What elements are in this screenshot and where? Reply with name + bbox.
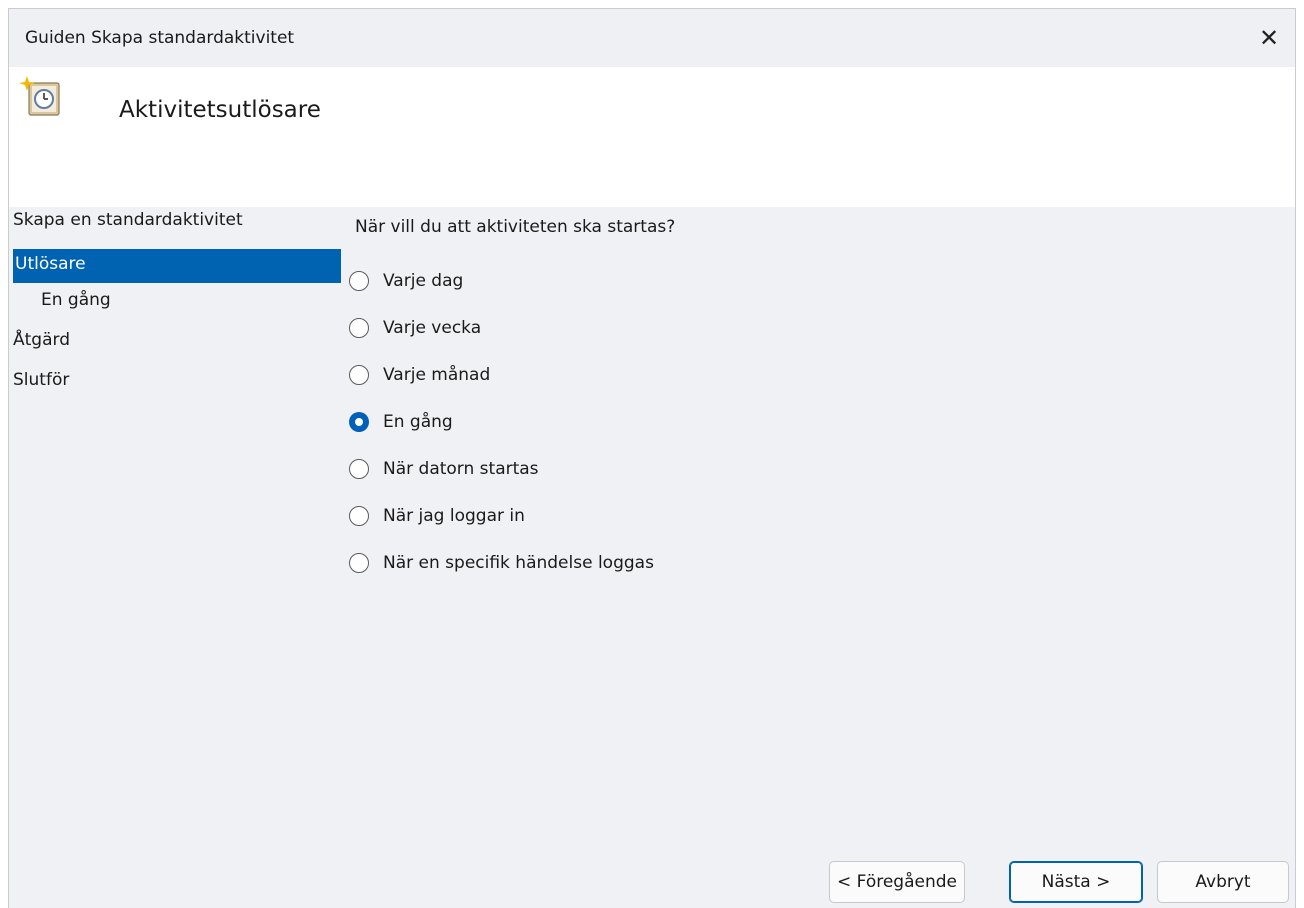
step-trigger: Utlösare — [13, 249, 341, 283]
radio-button[interactable] — [349, 317, 369, 338]
wizard-step-list: Skapa en standardaktivitet Utlösare En g… — [9, 207, 341, 407]
title-bar: Guiden Skapa standardaktivitet ✕ — [9, 9, 1295, 67]
radio-button[interactable] — [349, 505, 369, 526]
radio-label: Varje dag — [383, 270, 464, 291]
page-title: Aktivitetsutlösare — [119, 97, 321, 123]
step-action: Åtgärd — [9, 327, 339, 367]
step-label: Slutför — [13, 370, 70, 390]
previous-button[interactable]: < Föregående — [829, 861, 965, 903]
radio-button-selected[interactable] — [349, 411, 369, 432]
radio-log-on[interactable]: När jag loggar in — [349, 492, 654, 539]
radio-one-time[interactable]: En gång — [349, 398, 654, 445]
radio-label: En gång — [383, 411, 453, 432]
close-icon: ✕ — [1258, 24, 1280, 52]
radio-specific-event[interactable]: När en specifik händelse loggas — [349, 539, 654, 586]
wizard-dialog: Guiden Skapa standardaktivitet ✕ Aktivit… — [8, 8, 1296, 908]
radio-daily[interactable]: Varje dag — [349, 257, 654, 304]
radio-computer-starts[interactable]: När datorn startas — [349, 445, 654, 492]
step-one-time: En gång — [9, 287, 339, 327]
window-title: Guiden Skapa standardaktivitet — [25, 28, 295, 48]
radio-button[interactable] — [349, 364, 369, 385]
next-button[interactable]: Nästa > — [1009, 861, 1143, 903]
trigger-radio-group: Varje dag Varje vecka Varje månad En gån… — [349, 257, 654, 586]
scheduled-task-clock-icon — [19, 76, 60, 116]
step-label: En gång — [41, 290, 111, 310]
step-label: Utlösare — [15, 254, 86, 274]
step-label: Åtgärd — [13, 330, 70, 350]
radio-weekly[interactable]: Varje vecka — [349, 304, 654, 351]
radio-label: Varje vecka — [383, 317, 482, 338]
radio-label: När jag loggar in — [383, 505, 525, 526]
close-button[interactable]: ✕ — [1243, 9, 1295, 67]
wizard-header: Aktivitetsutlösare — [9, 67, 1295, 207]
radio-label: När en specifik händelse loggas — [383, 552, 654, 573]
radio-monthly[interactable]: Varje månad — [349, 351, 654, 398]
radio-label: När datorn startas — [383, 458, 539, 479]
step-label: Skapa en standardaktivitet — [13, 210, 243, 230]
radio-button[interactable] — [349, 458, 369, 479]
trigger-question: När vill du att aktiviteten ska startas? — [355, 217, 676, 237]
radio-label: Varje månad — [383, 364, 491, 385]
radio-button[interactable] — [349, 270, 369, 291]
radio-button[interactable] — [349, 552, 369, 573]
step-finish: Slutför — [9, 367, 339, 407]
cancel-button[interactable]: Avbryt — [1157, 861, 1289, 903]
step-create-basic-task: Skapa en standardaktivitet — [9, 207, 339, 247]
